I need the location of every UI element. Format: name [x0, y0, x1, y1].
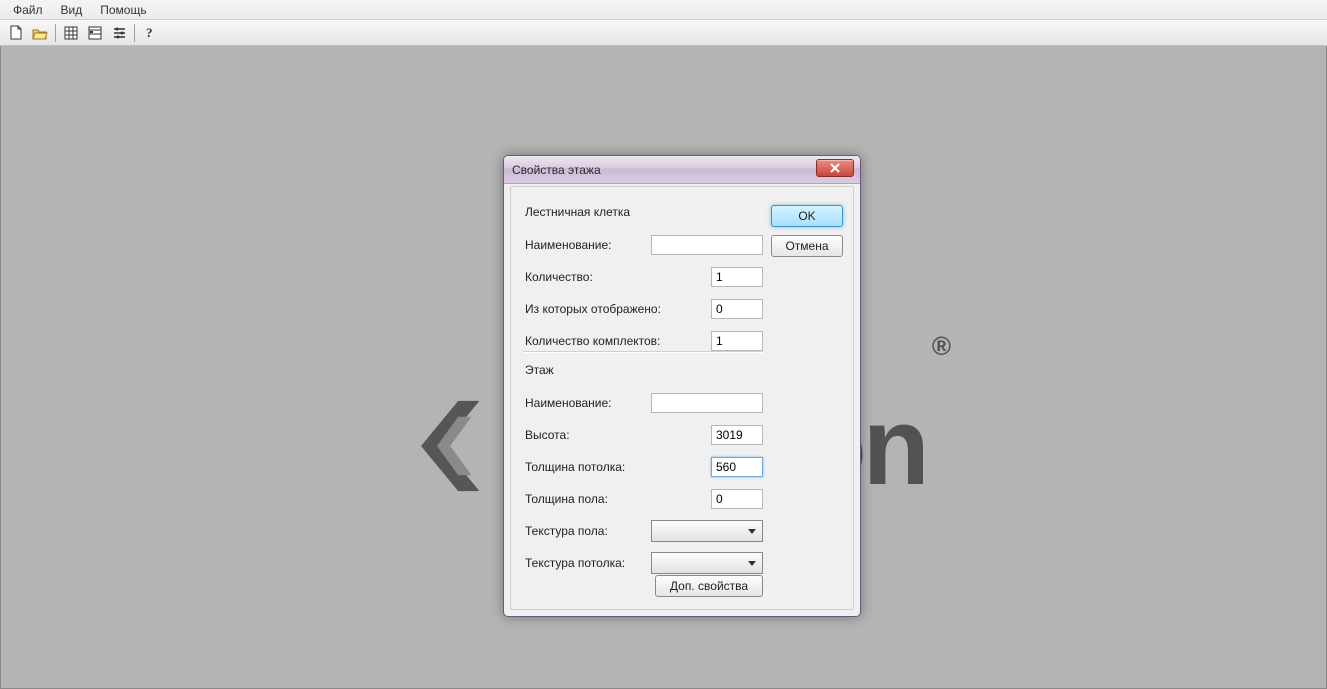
stair-name-label: Наименование: — [525, 238, 612, 252]
settings-icon[interactable] — [108, 22, 130, 44]
ceil-thick-input[interactable] — [711, 457, 763, 477]
ceil-tex-label: Текстура потолка: — [525, 556, 625, 570]
cancel-button[interactable]: Отмена — [771, 235, 843, 257]
floor-tex-combo[interactable] — [651, 520, 763, 542]
ok-button[interactable]: OK — [771, 205, 843, 227]
menu-file[interactable]: Файл — [4, 1, 52, 19]
count-input[interactable] — [711, 267, 763, 287]
logo-chevron-icon — [421, 361, 479, 531]
toolbar-separator — [55, 24, 56, 42]
sets-input[interactable] — [711, 331, 763, 351]
sets-label: Количество комплектов: — [525, 334, 660, 348]
help-icon[interactable]: ? — [139, 22, 161, 44]
group-divider — [523, 351, 763, 352]
svg-text:?: ? — [146, 25, 153, 40]
dialog-titlebar[interactable]: Свойства этажа — [504, 156, 860, 184]
floor-name-label: Наименование: — [525, 396, 612, 410]
form-icon[interactable] — [84, 22, 106, 44]
menu-help[interactable]: Помощь — [91, 1, 155, 19]
new-icon[interactable] — [5, 22, 27, 44]
ceil-thick-label: Толщина потолка: — [525, 460, 625, 474]
menu-bar: Файл Вид Помощь — [0, 0, 1327, 20]
close-button[interactable] — [816, 159, 854, 177]
dialog-title: Свойства этажа — [512, 163, 601, 177]
dialog-body: OK Отмена Лестничная клетка Наименование… — [510, 186, 854, 610]
grid-icon[interactable] — [60, 22, 82, 44]
count-label: Количество: — [525, 270, 593, 284]
floor-properties-dialog: Свойства этажа OK Отмена Лестничная клет… — [503, 155, 861, 617]
toolbar-separator — [134, 24, 135, 42]
height-input[interactable] — [711, 425, 763, 445]
ceil-tex-combo[interactable] — [651, 552, 763, 574]
height-label: Высота: — [525, 428, 570, 442]
stairwell-group: Лестничная клетка Наименование: Количест… — [525, 205, 763, 357]
toolbar: ? — [0, 20, 1327, 46]
floor-group-title: Этаж — [525, 363, 763, 377]
menu-view[interactable]: Вид — [52, 1, 92, 19]
open-icon[interactable] — [29, 22, 51, 44]
floor-tex-label: Текстура пола: — [525, 524, 608, 538]
floor-thick-label: Толщина пола: — [525, 492, 608, 506]
stairwell-group-title: Лестничная клетка — [525, 205, 763, 219]
extra-properties-button[interactable]: Доп. свойства — [655, 575, 763, 597]
workspace: on® Свойства этажа OK Отмена Лестничная … — [0, 46, 1327, 689]
floor-thick-input[interactable] — [711, 489, 763, 509]
close-icon — [829, 163, 841, 173]
floor-group: Этаж Наименование: Высота: Толщина потол… — [525, 363, 763, 579]
stair-name-input[interactable] — [651, 235, 763, 255]
shown-label: Из которых отображено: — [525, 302, 661, 316]
floor-name-input[interactable] — [651, 393, 763, 413]
shown-input[interactable] — [711, 299, 763, 319]
